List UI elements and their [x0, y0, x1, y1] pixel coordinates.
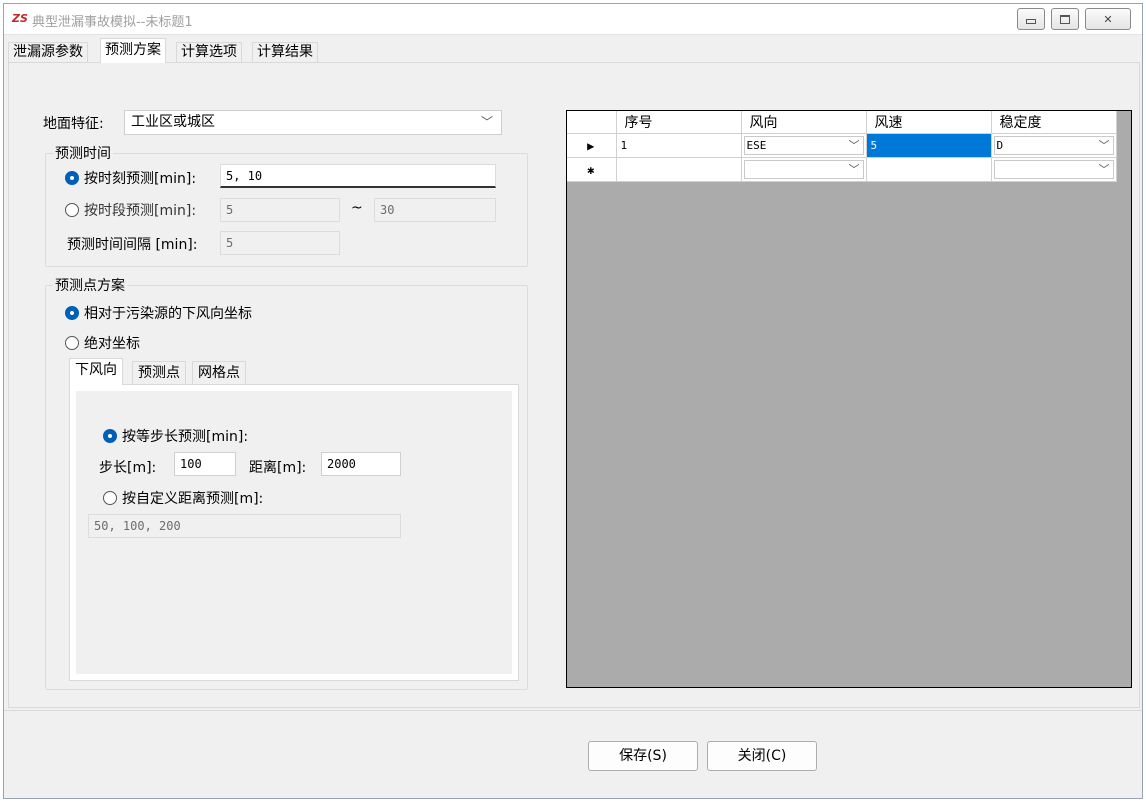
step-input[interactable]: 100 [174, 452, 236, 476]
period-tilde: ~ [351, 200, 363, 216]
chevron-down-icon: ﹀ [848, 163, 860, 176]
ground-feature-label: 地面特征: [43, 116, 104, 132]
chevron-down-icon: ﹀ [1098, 163, 1110, 176]
direction-combo[interactable]: ESE ﹀ [743, 136, 864, 155]
equal-step-radio[interactable]: 按等步长预测[min]: [103, 426, 248, 446]
new-row-icon[interactable]: ✱ [567, 157, 617, 182]
inner-tab-forecast-points[interactable]: 预测点 [132, 361, 186, 385]
forecast-plan-page: 地面特征: 工业区或城区 ﹀ 预测时间 按时刻预测[min]: 5, 10 按时… [8, 62, 1140, 708]
forecast-time-title: 预测时间 [53, 143, 113, 163]
custom-distance-radio[interactable]: 按自定义距离预测[m]: [103, 488, 263, 508]
direction-combo[interactable]: ﹀ [743, 160, 864, 179]
radio-selected-icon [65, 171, 79, 185]
maximize-button[interactable] [1051, 8, 1079, 30]
stability-combo[interactable]: ﹀ [993, 160, 1114, 179]
relative-coord-radio[interactable]: 相对于污染源的下风向坐标 [65, 303, 252, 323]
period-to-input[interactable]: 30 [374, 198, 496, 222]
col-header-stability[interactable]: 稳定度 [991, 111, 1117, 134]
cell-speed[interactable]: 5 [866, 133, 992, 158]
by-moment-radio[interactable]: 按时刻预测[min]: [65, 168, 196, 188]
cell-stability[interactable]: D ﹀ [991, 133, 1117, 158]
maximize-icon [1060, 14, 1070, 24]
cell-direction[interactable]: ESE ﹀ [741, 133, 867, 158]
by-moment-input[interactable]: 5, 10 [220, 164, 496, 188]
minimize-icon [1026, 19, 1036, 24]
col-header-direction[interactable]: 风向 [741, 111, 867, 134]
stability-combo[interactable]: D ﹀ [993, 136, 1114, 155]
radio-unselected-icon [103, 491, 117, 505]
tab-forecast-plan[interactable]: 预测方案 [100, 38, 166, 63]
close-window-button[interactable]: ✕ [1085, 8, 1131, 30]
tab-calc-options[interactable]: 计算选项 [176, 42, 242, 63]
table-row: ✱ ﹀ ﹀ [567, 157, 1117, 182]
distance-label: 距离[m]: [249, 460, 307, 476]
col-header-seq[interactable]: 序号 [616, 111, 742, 134]
cell-speed[interactable] [866, 157, 992, 182]
chevron-down-icon: ﹀ [848, 139, 860, 152]
absolute-coord-radio[interactable]: 绝对坐标 [65, 333, 140, 353]
save-button[interactable]: 保存(S) [588, 741, 698, 771]
window-title: 典型泄漏事故模拟--未标题1 [32, 15, 193, 30]
grid-table: 序号 风向 风速 稳定度 ▶ 1 ESE ﹀ 5 D ﹀ ✱ ﹀ ﹀ [567, 111, 1117, 182]
col-header-speed[interactable]: 风速 [866, 111, 992, 134]
app-logo-icon: ZS [12, 12, 28, 25]
relative-coord-label: 相对于污染源的下风向坐标 [84, 306, 252, 322]
stability-value: D [996, 139, 1004, 152]
inner-tab-grid-points[interactable]: 网格点 [192, 361, 246, 385]
button-bar: 保存(S) 关闭(C) [4, 710, 1142, 798]
wind-conditions-grid: 序号 风向 风速 稳定度 ▶ 1 ESE ﹀ 5 D ﹀ ✱ ﹀ ﹀ [566, 110, 1132, 688]
table-row: ▶ 1 ESE ﹀ 5 D ﹀ [567, 133, 1117, 158]
cell-seq[interactable]: 1 [616, 133, 742, 158]
radio-unselected-icon [65, 203, 79, 217]
current-row-icon[interactable]: ▶ [567, 133, 617, 158]
title-bar: ZS 典型泄漏事故模拟--未标题1 ✕ [4, 4, 1142, 35]
tab-leak-source[interactable]: 泄漏源参数 [8, 42, 88, 63]
interval-input[interactable]: 5 [220, 231, 340, 255]
direction-value: ESE [746, 139, 767, 152]
period-from-input[interactable]: 5 [220, 198, 340, 222]
radio-selected-icon [65, 306, 79, 320]
custom-distance-label: 按自定义距离预测[m]: [122, 491, 264, 507]
cell-direction[interactable]: ﹀ [741, 157, 867, 182]
by-moment-label: 按时刻预测[min]: [84, 171, 197, 187]
minimize-button[interactable] [1017, 8, 1045, 30]
ground-feature-value: 工业区或城区 [131, 114, 215, 130]
distance-input[interactable]: 2000 [321, 452, 401, 476]
cell-seq[interactable] [616, 157, 742, 182]
row-header-corner [567, 111, 617, 134]
radio-selected-icon [103, 429, 117, 443]
close-icon: ✕ [1103, 12, 1113, 26]
custom-distance-input[interactable]: 50, 100, 200 [88, 514, 401, 538]
equal-step-label: 按等步长预测[min]: [122, 429, 249, 445]
close-button[interactable]: 关闭(C) [707, 741, 817, 771]
main-window: ZS 典型泄漏事故模拟--未标题1 ✕ 泄漏源参数 预测方案 计算选项 计算结果… [3, 3, 1143, 799]
step-label: 步长[m]: [99, 460, 157, 476]
ground-feature-select[interactable]: 工业区或城区 ﹀ [124, 110, 502, 135]
chevron-down-icon: ﹀ [1098, 139, 1110, 152]
cell-stability[interactable]: ﹀ [991, 157, 1117, 182]
absolute-coord-label: 绝对坐标 [84, 336, 140, 352]
grid-header-row: 序号 风向 风速 稳定度 [567, 111, 1117, 134]
by-period-label: 按时段预测[min]: [84, 203, 197, 219]
radio-unselected-icon [65, 336, 79, 350]
inner-tab-downwind[interactable]: 下风向 [69, 358, 123, 385]
interval-label: 预测时间间隔 [min]: [67, 237, 198, 253]
by-period-radio[interactable]: 按时段预测[min]: [65, 200, 196, 220]
tab-calc-results[interactable]: 计算结果 [252, 42, 318, 63]
point-scheme-title: 预测点方案 [53, 275, 127, 295]
chevron-down-icon: ﹀ [480, 115, 493, 129]
